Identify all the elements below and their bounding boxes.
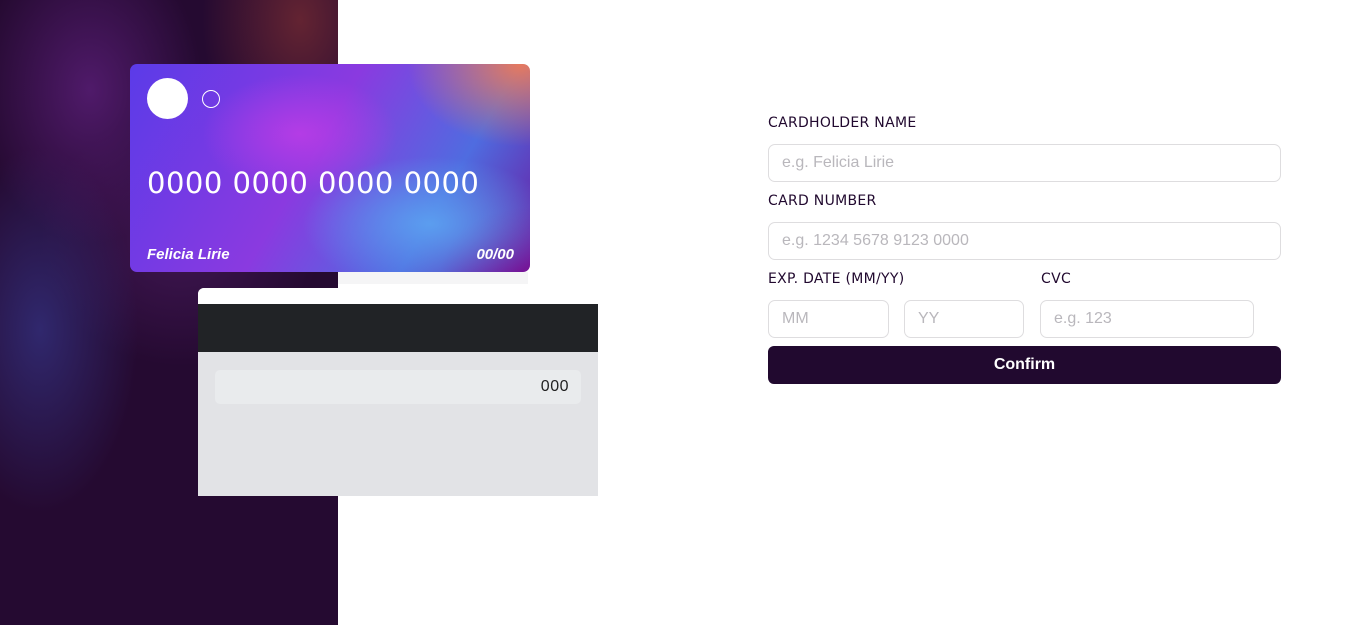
card-back-top-edge (198, 288, 598, 304)
card-number-label: CARD NUMBER (768, 193, 877, 209)
cvc-label: CVC (1041, 271, 1072, 287)
card-details-page: 0000 0000 0000 0000 Felicia Lirie 00/00 … (0, 0, 1366, 625)
card-front-shadow-edge (338, 272, 528, 284)
cvc-input[interactable] (1040, 300, 1254, 338)
card-expiry-display: 00/00 (476, 246, 514, 263)
card-cvc-display: 000 (540, 378, 569, 395)
signature-panel: 000 (215, 370, 581, 404)
card-number-display: 0000 0000 0000 0000 (147, 166, 480, 200)
cardholder-name-label: CARDHOLDER NAME (768, 115, 917, 131)
card-back: 000 (198, 288, 598, 496)
confirm-button[interactable]: Confirm (768, 346, 1281, 384)
exp-month-input[interactable] (768, 300, 889, 338)
card-logo-filled-circle-icon (147, 78, 188, 119)
cardholder-name-input[interactable] (768, 144, 1281, 182)
magnetic-stripe (198, 304, 598, 352)
card-front: 0000 0000 0000 0000 Felicia Lirie 00/00 (130, 64, 530, 272)
exp-date-label: EXP. DATE (MM/YY) (768, 271, 905, 287)
exp-year-input[interactable] (904, 300, 1024, 338)
card-number-input[interactable] (768, 222, 1281, 260)
card-logo-outline-circle-icon (202, 90, 220, 108)
cardholder-name-display: Felicia Lirie (147, 246, 230, 263)
